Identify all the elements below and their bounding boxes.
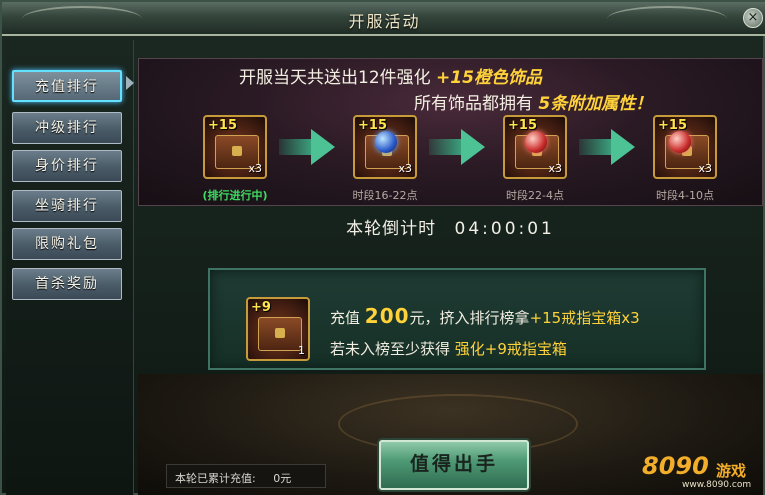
sidebar-item-worth-rank[interactable]: 身价排行 [12,150,122,182]
banner-headline: 开服当天共送出12件强化 +15橙色饰品 [239,63,542,88]
banner-line2-highlight: 5条附加属性！ [538,94,653,114]
buy-button[interactable]: 值得出手 [379,440,529,490]
arrow-right-icon [429,129,489,165]
item-plus: +15 [208,118,237,133]
watermark-cn: 游戏 [716,462,747,480]
item-qty: 1 [298,344,305,357]
red-gem-icon [525,131,547,153]
stage-item-4[interactable]: +15 x3 [653,115,717,179]
countdown-time: 04:00:01 [454,219,555,239]
banner-subline: 所有饰品都拥有 5条附加属性！ [414,89,652,114]
item-plus: +15 [508,118,537,133]
stage-label-1: (排行进行中) [202,189,268,202]
stage-label-3: 时段22-4点 [506,189,564,202]
window-title: 开服活动 [348,12,421,31]
red-gem-icon [669,131,691,153]
banner-line2-text: 所有饰品都拥有 [414,94,533,114]
watermark-logo: 8090 [642,452,709,480]
reward-panel: +9 1 充值 200元，挤入排行榜拿+15戒指宝箱x3 若未入榜至少获得 强化… [208,268,706,370]
reward-text: 若未入榜至少获得 [330,340,451,358]
total-value: 0元 [273,472,292,485]
event-window: 开服活动 × 充值排行 冲级排行 身价排行 坐骑排行 限购礼包 首杀奖励 开服当… [0,0,765,495]
sidebar-item-level-rank[interactable]: 冲级排行 [12,112,122,144]
stage-label-2: 时段16-22点 [352,189,418,202]
ring-chest-icon [258,317,302,351]
stage-item-1[interactable]: +15 x3 [203,115,267,179]
sidebar-item-first-kill[interactable]: 首杀奖励 [12,268,122,300]
countdown-timer: 本轮倒计时 04:00:01 [138,208,763,242]
total-label: 本轮已累计充值: [175,472,256,485]
banner-line1-highlight: +15橙色饰品 [436,68,542,88]
item-plus: +9 [251,300,271,315]
item-qty: x3 [248,162,262,175]
reward-text: 元，挤入排行榜拿 [409,309,530,327]
reward-amount: 200 [364,304,410,328]
item-qty: x3 [698,162,712,175]
sidebar: 充值排行 冲级排行 身价排行 坐骑排行 限购礼包 首杀奖励 [6,40,134,495]
arrow-right-icon [579,129,639,165]
stage-item-3[interactable]: +15 x3 [503,115,567,179]
blue-gem-icon [375,131,397,153]
banner-line1-text: 开服当天共送出12件强化 [239,68,431,88]
reward-prize: 强化+9戒指宝箱 [454,340,567,358]
title-bar: 开服活动 × [2,2,765,36]
reward-item[interactable]: +9 1 [246,297,310,361]
arrow-right-icon [279,129,339,165]
countdown-label: 本轮倒计时 [346,219,437,239]
watermark-url: www.8090.com [682,480,752,490]
reward-prize: +15戒指宝箱x3 [529,309,640,327]
accumulated-recharge: 本轮已累计充值: 0元 [166,464,326,488]
stage-label-4: 时段4-10点 [656,189,714,202]
item-plus: +15 [358,118,387,133]
item-plus: +15 [658,118,687,133]
item-qty: x3 [548,162,562,175]
stage-item-2[interactable]: +15 x3 [353,115,417,179]
reward-text: 充值 [330,309,361,327]
reward-fallback: 若未入榜至少获得 强化+9戒指宝箱 [330,338,567,359]
sidebar-item-mount-rank[interactable]: 坐骑排行 [12,190,122,222]
sidebar-item-limited-pack[interactable]: 限购礼包 [12,228,122,260]
active-indicator-icon [126,76,134,90]
sidebar-item-recharge-rank[interactable]: 充值排行 [12,70,122,102]
item-qty: x3 [398,162,412,175]
promo-banner: 开服当天共送出12件强化 +15橙色饰品 所有饰品都拥有 5条附加属性！ +15… [138,58,763,206]
reward-condition: 充值 200元，挤入排行榜拿+15戒指宝箱x3 [330,304,640,328]
close-button[interactable]: × [743,8,763,28]
site-watermark: 8090 游戏 www.8090.com [642,442,764,494]
